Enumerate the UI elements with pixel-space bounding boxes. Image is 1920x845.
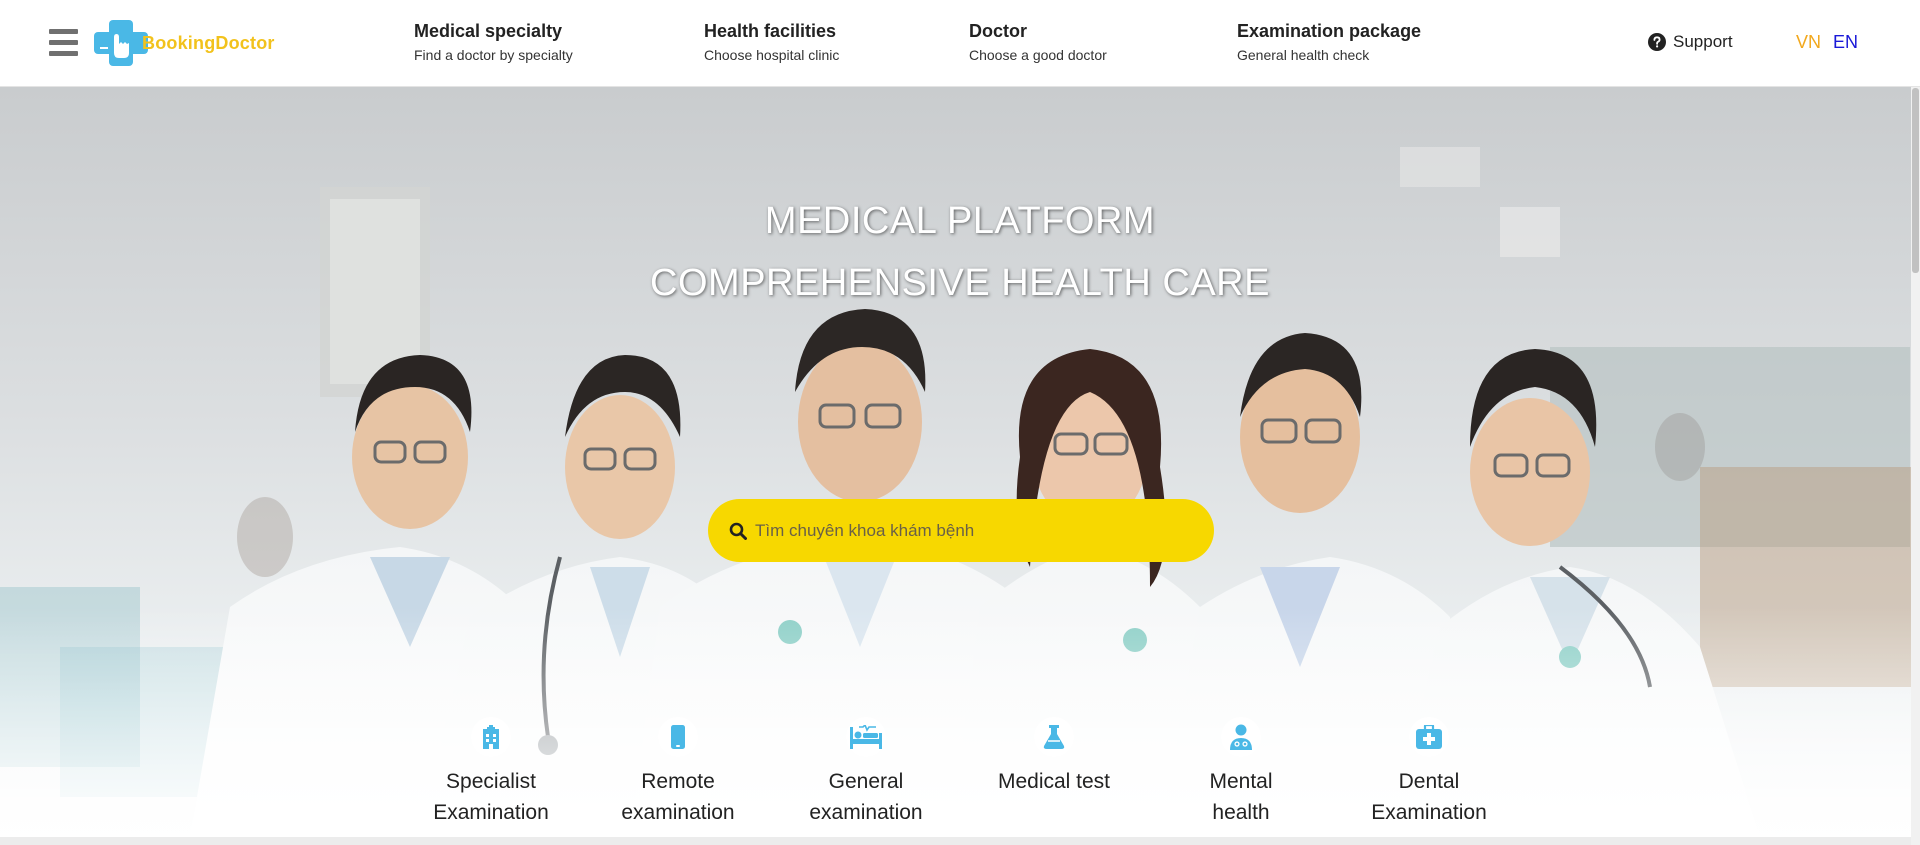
nav-subtitle: Choose hospital clinic <box>704 47 840 63</box>
service-label-line2: health <box>1212 801 1270 824</box>
nav-doctor[interactable]: Doctor Choose a good doctor <box>969 20 1107 64</box>
service-label-line2: examination <box>621 801 735 824</box>
nav-medical-specialty[interactable]: Medical specialty Find a doctor by speci… <box>414 20 573 64</box>
service-label-line1: Specialist <box>446 770 536 793</box>
search-input[interactable] <box>755 520 1195 541</box>
nav-title: Medical specialty <box>414 21 563 41</box>
service-mental-health[interactable]: Mental health <box>1161 717 1321 828</box>
service-label-line1: Mental <box>1209 770 1273 793</box>
nav-title: Health facilities <box>704 21 837 41</box>
service-specialist-examination[interactable]: Specialist Examination <box>411 717 571 828</box>
nav-subtitle: Choose a good doctor <box>969 47 1107 63</box>
medical-kit-icon <box>1416 725 1442 749</box>
logo[interactable]: BookingDoctor <box>94 20 276 66</box>
language-vn[interactable]: VN <box>1796 32 1821 53</box>
flask-icon <box>1043 725 1065 749</box>
search-bar[interactable] <box>708 499 1214 562</box>
service-label-line1: Dental <box>1398 770 1460 793</box>
service-general-examination[interactable]: General examination <box>786 717 946 828</box>
search-icon <box>729 522 747 540</box>
support-label: Support <box>1673 32 1733 51</box>
nav-health-facilities[interactable]: Health facilities Choose hospital clinic <box>704 20 839 64</box>
service-label-line1: Remote <box>641 770 715 793</box>
scrollbar-thumb[interactable] <box>1912 88 1919 273</box>
service-label-line2: examination <box>809 801 923 824</box>
hero-headline-1: MEDICAL PLATFORM <box>764 200 1156 242</box>
nav-subtitle: Find a doctor by specialty <box>414 47 573 63</box>
hero-banner: MEDICAL PLATFORM COMPREHENSIVE HEALTH CA… <box>0 87 1920 837</box>
service-icon-wrap <box>846 717 886 757</box>
hospital-building-icon <box>483 725 499 749</box>
service-medical-test[interactable]: Medical test <box>974 717 1134 797</box>
service-icon-wrap <box>1409 717 1449 757</box>
nav-title: Doctor <box>969 21 1027 41</box>
support-link[interactable]: Support <box>1648 32 1733 52</box>
top-header: BookingDoctor Medical specialty Find a d… <box>0 0 1920 87</box>
service-label-line2: Examination <box>433 801 549 824</box>
mobile-phone-icon <box>671 725 685 749</box>
section-divider <box>0 837 1911 845</box>
logo-cross-icon <box>94 20 148 66</box>
logo-text: BookingDoctor <box>142 32 275 53</box>
service-dental-examination[interactable]: Dental Examination <box>1349 717 1509 828</box>
hero-headline-2: COMPREHENSIVE HEALTH CARE <box>650 262 1270 304</box>
service-icon-wrap <box>471 717 511 757</box>
language-en[interactable]: EN <box>1833 32 1858 53</box>
nav-examination-package[interactable]: Examination package General health check <box>1237 20 1421 64</box>
nav-title: Examination package <box>1237 21 1422 41</box>
nav-subtitle: General health check <box>1237 47 1370 63</box>
doctor-user-icon <box>1230 724 1252 750</box>
service-icon-wrap <box>1034 717 1074 757</box>
service-icon-wrap <box>1221 717 1261 757</box>
service-label-line1: Medical test <box>997 770 1111 793</box>
service-remote-examination[interactable]: Remote examination <box>598 717 758 828</box>
hamburger-menu-icon[interactable] <box>49 29 78 56</box>
service-label-line2: Examination <box>1371 801 1487 824</box>
hospital-bed-icon <box>850 725 882 749</box>
question-circle-icon <box>1648 33 1666 51</box>
service-label-line1: General <box>828 770 904 793</box>
service-icon-wrap <box>658 717 698 757</box>
